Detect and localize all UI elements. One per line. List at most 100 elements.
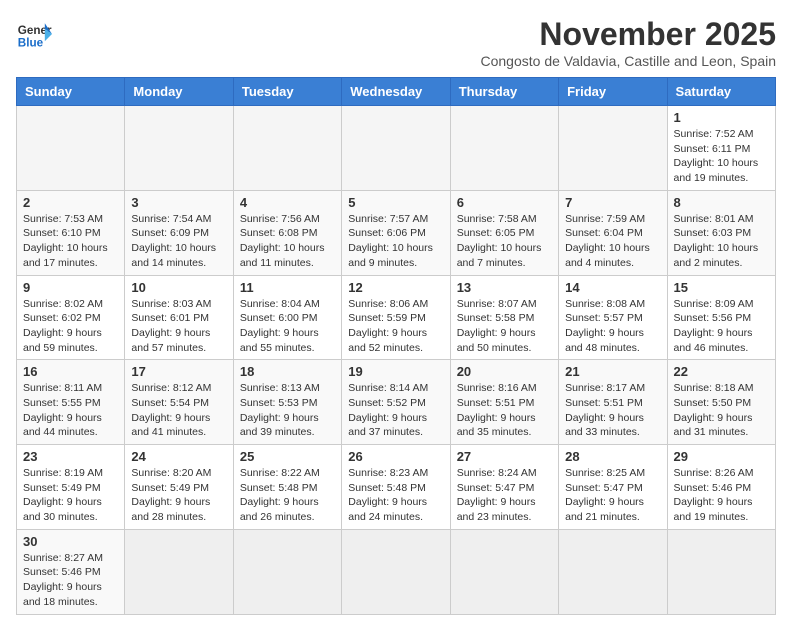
calendar-cell: 19Sunrise: 8:14 AMSunset: 5:52 PMDayligh… [342, 360, 450, 445]
calendar-cell: 21 Sunrise: 8:17 AMSunset: 5:51 PMDayligh… [559, 360, 667, 445]
svg-text:Blue: Blue [18, 37, 44, 50]
calendar-cell: 17 Sunrise: 8:12 AMSunset: 5:54 PMDayligh… [125, 360, 233, 445]
calendar-cell: 15 Sunrise: 8:09 AMSunset: 5:56 PMDayligh… [667, 275, 775, 360]
day-info: Sunrise: 8:13 AMSunset: 5:53 PMDaylight:… [240, 381, 335, 440]
day-number: 3 [131, 195, 226, 210]
day-number: 15 [674, 280, 769, 295]
day-info: Sunrise: 8:01 AMSunset: 6:03 PMDaylight:… [674, 212, 769, 271]
calendar-cell: 12 Sunrise: 8:06 AMSunset: 5:59 PMDayligh… [342, 275, 450, 360]
calendar-cell: 3 Sunrise: 7:54 AMSunset: 6:09 PMDaylight… [125, 190, 233, 275]
calendar-cell [559, 106, 667, 191]
calendar-cell: 6 Sunrise: 7:58 AMSunset: 6:05 PMDaylight… [450, 190, 558, 275]
day-info: Sunrise: 8:24 AMSunset: 5:47 PMDaylight:… [457, 466, 552, 525]
calendar-cell [450, 106, 558, 191]
day-number: 17 [131, 364, 226, 379]
calendar-cell: 1Sunrise: 7:52 AMSunset: 6:11 PMDaylight… [667, 106, 775, 191]
calendar-cell: 10Sunrise: 8:03 AMSunset: 6:01 PMDayligh… [125, 275, 233, 360]
calendar-cell: 5Sunrise: 7:57 AMSunset: 6:06 PMDaylight… [342, 190, 450, 275]
day-info: Sunrise: 8:19 AMSunset: 5:49 PMDaylight:… [23, 466, 118, 525]
calendar-cell [667, 529, 775, 614]
calendar-cell [342, 529, 450, 614]
week-row-6: 30Sunrise: 8:27 AMSunset: 5:46 PMDayligh… [17, 529, 776, 614]
calendar-cell: 7 Sunrise: 7:59 AMSunset: 6:04 PMDaylight… [559, 190, 667, 275]
subtitle: Congosto de Valdavia, Castille and Leon,… [481, 53, 777, 69]
calendar-cell [342, 106, 450, 191]
calendar-cell: 18Sunrise: 8:13 AMSunset: 5:53 PMDayligh… [233, 360, 341, 445]
calendar-cell: 26Sunrise: 8:23 AMSunset: 5:48 PMDayligh… [342, 445, 450, 530]
day-number: 9 [23, 280, 118, 295]
day-number: 7 [565, 195, 660, 210]
calendar-cell: 30Sunrise: 8:27 AMSunset: 5:46 PMDayligh… [17, 529, 125, 614]
day-number: 27 [457, 449, 552, 464]
logo-icon: General Blue [16, 16, 52, 52]
day-info: Sunrise: 7:54 AMSunset: 6:09 PMDaylight:… [131, 212, 226, 271]
calendar-cell [233, 529, 341, 614]
week-row-4: 16 Sunrise: 8:11 AMSunset: 5:55 PMDayligh… [17, 360, 776, 445]
day-info: Sunrise: 8:04 AMSunset: 6:00 PMDaylight:… [240, 297, 335, 356]
day-info: Sunrise: 8:26 AMSunset: 5:46 PMDaylight:… [674, 466, 769, 525]
week-row-3: 9Sunrise: 8:02 AMSunset: 6:02 PMDaylight… [17, 275, 776, 360]
day-number: 6 [457, 195, 552, 210]
calendar-cell: 29Sunrise: 8:26 AMSunset: 5:46 PMDayligh… [667, 445, 775, 530]
week-row-5: 23Sunrise: 8:19 AMSunset: 5:49 PMDayligh… [17, 445, 776, 530]
calendar-cell: 22Sunrise: 8:18 AMSunset: 5:50 PMDayligh… [667, 360, 775, 445]
calendar-cell: 25Sunrise: 8:22 AMSunset: 5:48 PMDayligh… [233, 445, 341, 530]
calendar-cell [17, 106, 125, 191]
month-title: November 2025 [481, 16, 777, 53]
day-info: Sunrise: 7:53 AMSunset: 6:10 PMDaylight:… [23, 212, 118, 271]
day-number: 13 [457, 280, 552, 295]
weekday-header-saturday: Saturday [667, 78, 775, 106]
week-row-1: 1Sunrise: 7:52 AMSunset: 6:11 PMDaylight… [17, 106, 776, 191]
day-info: Sunrise: 8:11 AMSunset: 5:55 PMDaylight:… [23, 381, 118, 440]
calendar-cell: 14Sunrise: 8:08 AMSunset: 5:57 PMDayligh… [559, 275, 667, 360]
day-info: Sunrise: 8:09 AMSunset: 5:56 PMDaylight:… [674, 297, 769, 356]
weekday-header-tuesday: Tuesday [233, 78, 341, 106]
calendar-cell: 28 Sunrise: 8:25 AMSunset: 5:47 PMDayligh… [559, 445, 667, 530]
day-info: Sunrise: 8:17 AMSunset: 5:51 PMDaylight:… [565, 381, 660, 440]
calendar-cell: 9Sunrise: 8:02 AMSunset: 6:02 PMDaylight… [17, 275, 125, 360]
day-number: 16 [23, 364, 118, 379]
weekday-header-wednesday: Wednesday [342, 78, 450, 106]
calendar-cell: 27 Sunrise: 8:24 AMSunset: 5:47 PMDayligh… [450, 445, 558, 530]
weekday-header-row: SundayMondayTuesdayWednesdayThursdayFrid… [17, 78, 776, 106]
day-info: Sunrise: 8:06 AMSunset: 5:59 PMDaylight:… [348, 297, 443, 356]
day-number: 12 [348, 280, 443, 295]
title-area: November 2025 Congosto de Valdavia, Cast… [481, 16, 777, 69]
day-info: Sunrise: 8:18 AMSunset: 5:50 PMDaylight:… [674, 381, 769, 440]
weekday-header-sunday: Sunday [17, 78, 125, 106]
day-info: Sunrise: 8:12 AMSunset: 5:54 PMDaylight:… [131, 381, 226, 440]
logo: General Blue [16, 16, 52, 52]
calendar-cell [125, 106, 233, 191]
calendar-cell: 13 Sunrise: 8:07 AMSunset: 5:58 PMDayligh… [450, 275, 558, 360]
day-info: Sunrise: 8:03 AMSunset: 6:01 PMDaylight:… [131, 297, 226, 356]
weekday-header-thursday: Thursday [450, 78, 558, 106]
day-number: 20 [457, 364, 552, 379]
calendar-cell: 24 Sunrise: 8:20 AMSunset: 5:49 PMDayligh… [125, 445, 233, 530]
calendar-cell: 8 Sunrise: 8:01 AMSunset: 6:03 PMDaylight… [667, 190, 775, 275]
calendar: SundayMondayTuesdayWednesdayThursdayFrid… [16, 77, 776, 615]
day-number: 19 [348, 364, 443, 379]
day-number: 28 [565, 449, 660, 464]
day-number: 1 [674, 110, 769, 125]
day-number: 21 [565, 364, 660, 379]
calendar-cell: 16 Sunrise: 8:11 AMSunset: 5:55 PMDayligh… [17, 360, 125, 445]
header: General Blue November 2025 Congosto de V… [16, 16, 776, 69]
calendar-cell: 4 Sunrise: 7:56 AMSunset: 6:08 PMDaylight… [233, 190, 341, 275]
calendar-cell: 20Sunrise: 8:16 AMSunset: 5:51 PMDayligh… [450, 360, 558, 445]
day-number: 4 [240, 195, 335, 210]
calendar-cell: 23Sunrise: 8:19 AMSunset: 5:49 PMDayligh… [17, 445, 125, 530]
day-info: Sunrise: 8:23 AMSunset: 5:48 PMDaylight:… [348, 466, 443, 525]
week-row-2: 2Sunrise: 7:53 AMSunset: 6:10 PMDaylight… [17, 190, 776, 275]
day-number: 24 [131, 449, 226, 464]
day-info: Sunrise: 8:07 AMSunset: 5:58 PMDaylight:… [457, 297, 552, 356]
day-info: Sunrise: 8:25 AMSunset: 5:47 PMDaylight:… [565, 466, 660, 525]
day-info: Sunrise: 7:58 AMSunset: 6:05 PMDaylight:… [457, 212, 552, 271]
day-info: Sunrise: 8:20 AMSunset: 5:49 PMDaylight:… [131, 466, 226, 525]
day-info: Sunrise: 7:59 AMSunset: 6:04 PMDaylight:… [565, 212, 660, 271]
day-number: 8 [674, 195, 769, 210]
day-info: Sunrise: 7:56 AMSunset: 6:08 PMDaylight:… [240, 212, 335, 271]
calendar-cell: 11 Sunrise: 8:04 AMSunset: 6:00 PMDayligh… [233, 275, 341, 360]
day-info: Sunrise: 8:22 AMSunset: 5:48 PMDaylight:… [240, 466, 335, 525]
day-info: Sunrise: 7:57 AMSunset: 6:06 PMDaylight:… [348, 212, 443, 271]
day-number: 11 [240, 280, 335, 295]
